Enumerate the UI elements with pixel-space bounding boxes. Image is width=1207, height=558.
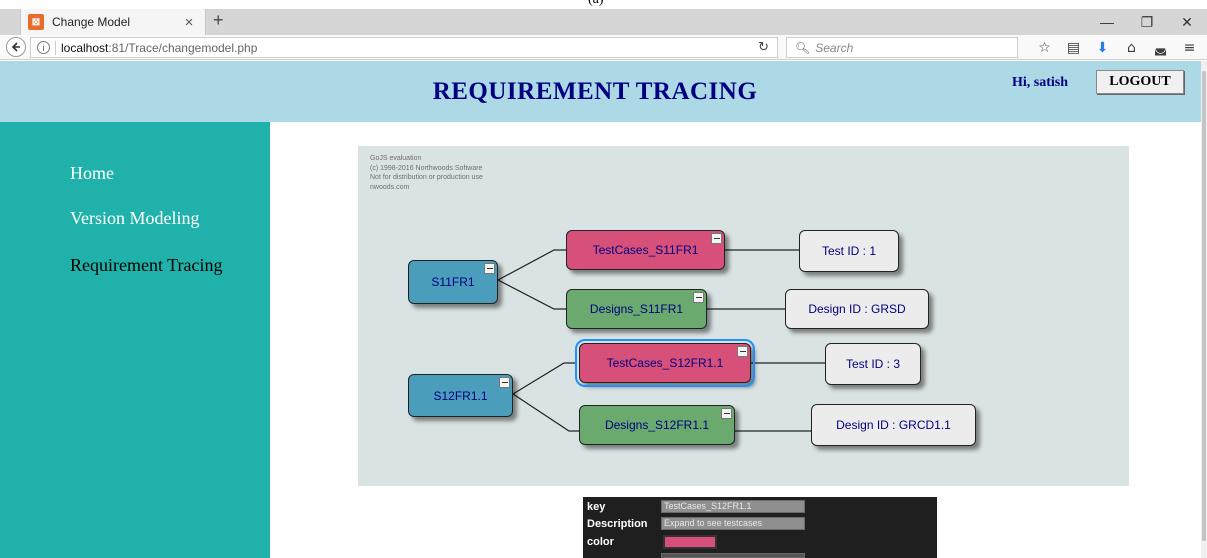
- key-field[interactable]: TestCases_S12FR1.1: [661, 500, 805, 513]
- key-label: key: [587, 500, 606, 513]
- extra-field[interactable]: [661, 553, 805, 558]
- collapse-icon[interactable]: [737, 346, 748, 357]
- node-label: TestCases_S11FR1: [592, 243, 699, 257]
- tree-node[interactable]: Design ID : GRCD1.1: [811, 404, 976, 446]
- color-swatch[interactable]: [663, 535, 717, 549]
- reload-icon[interactable]: ↻: [758, 40, 769, 55]
- window-controls: — ❐ ✕: [1087, 9, 1207, 35]
- node-label: TestCases_S12FR1.1: [606, 356, 724, 370]
- close-tab-icon[interactable]: ×: [179, 14, 199, 31]
- tree-node-selected[interactable]: TestCases_S12FR1.1: [575, 339, 755, 387]
- search-icon: 🔍︎: [795, 40, 811, 55]
- tree-node[interactable]: Designs_S12FR1.1: [579, 405, 735, 445]
- link-s12fr1-testcases: [512, 362, 577, 395]
- url-text: localhost:81/Trace/changemodel.php: [61, 41, 257, 55]
- link-s11fr1-designs: [497, 279, 566, 310]
- browser-tab-bar: ⊠ Change Model × + — ❐ ✕: [0, 9, 1207, 35]
- sidebar-item-version-modeling[interactable]: Version Modeling: [70, 208, 200, 229]
- url-path: :81/Trace/changemodel.php: [108, 40, 258, 55]
- scrollbar-thumb[interactable]: [1202, 71, 1206, 541]
- node-label: S12FR1.1: [433, 388, 488, 403]
- minimize-button[interactable]: —: [1087, 9, 1127, 35]
- user-greeting: Hi, satish: [1012, 75, 1069, 90]
- pocket-icon[interactable]: ◛: [1146, 37, 1175, 58]
- node-label: Test ID : 1: [821, 244, 877, 258]
- tree-node[interactable]: Test ID : 1: [799, 230, 899, 272]
- search-bar[interactable]: 🔍︎ Search: [786, 37, 1018, 58]
- back-arrow-icon: [11, 42, 20, 52]
- inspector-row-description: Description Expand to see testcases: [587, 517, 805, 530]
- caption-text: (a): [588, 0, 604, 8]
- diagram-links: [497, 249, 825, 432]
- tab-title: Change Model: [52, 15, 131, 29]
- download-icon[interactable]: ⬇: [1088, 37, 1117, 58]
- collapse-icon[interactable]: [484, 263, 495, 274]
- url-bar[interactable]: i localhost:81/Trace/changemodel.php ↻: [30, 37, 778, 58]
- search-placeholder: Search: [815, 40, 854, 55]
- node-label: S11FR1: [431, 275, 475, 289]
- sidebar: Home Version Modeling Requirement Tracin…: [0, 122, 270, 558]
- tree-node[interactable]: S12FR1.1: [408, 374, 513, 417]
- restore-button[interactable]: ❐: [1127, 9, 1167, 35]
- xampp-icon: ⊠: [28, 14, 44, 30]
- tree-node[interactable]: Designs_S11FR1: [566, 289, 707, 329]
- link-s11fr1-testcases: [497, 249, 566, 281]
- node-label: Designs_S12FR1.1: [604, 418, 710, 432]
- toolbar-icons: ☆ ▤ ⬇ ⌂ ◛ ≡: [1030, 37, 1204, 58]
- inspector-row-extra: [587, 553, 805, 558]
- node-label: Design ID : GRCD1.1: [836, 418, 951, 432]
- inspector-row-key: key TestCases_S12FR1.1: [587, 500, 805, 513]
- figure-caption: (a): [0, 0, 1207, 9]
- description-label: Description: [587, 517, 648, 530]
- tree-diagram[interactable]: GoJS evaluation (c) 1998-2016 Northwoods…: [358, 146, 1129, 486]
- tree-node[interactable]: S11FR1: [408, 260, 498, 304]
- collapse-icon[interactable]: [721, 408, 732, 419]
- inspector-row-color: color: [587, 535, 717, 549]
- info-icon[interactable]: i: [37, 41, 50, 54]
- url-separator: [55, 40, 56, 55]
- collapse-icon[interactable]: [499, 377, 510, 388]
- tree-node[interactable]: Test ID : 3: [825, 343, 921, 385]
- close-window-button[interactable]: ✕: [1167, 9, 1207, 35]
- browser-nav-bar: i localhost:81/Trace/changemodel.php ↻ 🔍…: [0, 35, 1207, 60]
- sidebar-item-home[interactable]: Home: [70, 163, 114, 184]
- page-header: REQUIREMENT TRACING Hi, satish LOGOUT: [0, 61, 1201, 122]
- tree-node[interactable]: Design ID : GRSD: [785, 289, 929, 329]
- node-inspector: key TestCases_S12FR1.1 Description Expan…: [583, 497, 937, 558]
- page-scrollbar[interactable]: [1201, 61, 1207, 558]
- logout-button[interactable]: LOGOUT: [1096, 70, 1184, 94]
- collapse-icon[interactable]: [693, 292, 704, 303]
- menu-icon[interactable]: ≡: [1175, 37, 1204, 58]
- collapse-icon[interactable]: [711, 233, 722, 244]
- node-label: Test ID : 3: [845, 357, 901, 371]
- browser-tab[interactable]: ⊠ Change Model ×: [20, 9, 206, 35]
- home-icon[interactable]: ⌂: [1117, 37, 1146, 58]
- node-label: Designs_S11FR1: [589, 302, 684, 316]
- bookmark-star-icon[interactable]: ☆: [1030, 37, 1059, 58]
- reading-list-icon[interactable]: ▤: [1059, 37, 1088, 58]
- node-label: Design ID : GRSD: [808, 302, 906, 316]
- back-button[interactable]: [6, 37, 26, 57]
- link-s12fr1-designs: [512, 393, 579, 432]
- sidebar-item-requirement-tracing[interactable]: Requirement Tracing: [70, 255, 222, 276]
- description-field[interactable]: Expand to see testcases: [661, 517, 805, 530]
- url-host: localhost: [61, 40, 109, 55]
- color-label: color: [587, 536, 614, 548]
- tree-node[interactable]: TestCases_S11FR1: [566, 230, 725, 270]
- new-tab-button[interactable]: +: [213, 10, 224, 31]
